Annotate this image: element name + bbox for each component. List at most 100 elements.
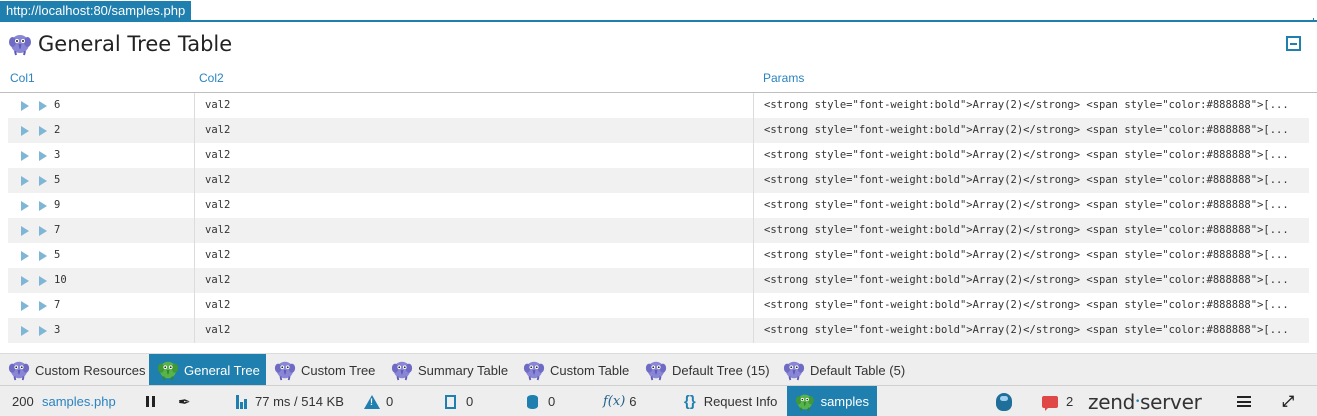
document-icon [445,394,456,409]
cell-col2: val2 [194,93,753,118]
zend-server-logo: zend • server [1088,389,1202,414]
table-row[interactable]: 3 val2 <strong style="font-weight:bold">… [8,318,1309,343]
shrink-button[interactable]: ⤢ [1282,386,1294,416]
cell-col1: 9 [54,199,61,211]
menu-icon [1237,396,1251,407]
logs-panel[interactable]: 0 [445,386,473,416]
table-header: Col1 Col2 Params [0,66,1317,93]
timing-panel[interactable]: 77 ms / 514 KB [236,386,344,416]
expand-arrow-icon[interactable] [39,151,47,161]
elephant-icon [523,359,545,381]
tab-general-tree[interactable]: General Tree [149,354,266,386]
elephant-icon [274,359,296,381]
elephant-icon [795,391,815,413]
cell-col2: val2 [194,243,753,268]
cell-params: <strong style="font-weight:bold">Array(2… [753,218,1309,243]
warnings-panel[interactable]: 0 [364,386,393,416]
url-tab[interactable]: http://localhost:80/samples.php [0,1,192,21]
expand-arrow-icon[interactable] [39,226,47,236]
functions-panel[interactable]: f(x) 6 [603,386,637,416]
tab-default-tree[interactable]: Default Tree (15) [637,354,775,386]
tab-custom-tree[interactable]: Custom Tree [266,354,383,386]
pause-button[interactable] [146,386,155,416]
cell-params: <strong style="font-weight:bold">Array(2… [753,168,1309,193]
column-header-params[interactable]: Params [763,71,804,85]
cell-params: <strong style="font-weight:bold">Array(2… [753,268,1309,293]
expand-arrow-icon[interactable] [39,201,47,211]
notifications-button[interactable]: 2 [1042,386,1073,416]
shrink-icon: ⤢ [1282,393,1295,410]
expand-arrow-icon[interactable] [39,301,47,311]
table-row[interactable]: 2 val2 <strong style="font-weight:bold">… [8,118,1309,143]
menu-button[interactable] [1237,386,1251,416]
expand-arrow-icon[interactable] [39,326,47,336]
expand-arrow-icon[interactable] [21,201,29,211]
chat-icon [1042,395,1058,411]
collapse-icon[interactable] [1286,36,1301,51]
samples-panel[interactable]: samples [787,386,877,416]
table-row[interactable]: 5 val2 <strong style="font-weight:bold">… [8,168,1309,193]
status-bar: 200 samples.php ✒ 77 ms / 514 KB 0 0 0 f… [0,385,1317,416]
chart-bars-icon [236,394,247,409]
tab-summary-table[interactable]: Summary Table [383,354,515,386]
expand-arrow-icon[interactable] [39,176,47,186]
cell-col1: 2 [54,124,61,136]
table-row[interactable]: 10 val2 <strong style="font-weight:bold"… [8,268,1309,293]
elephant-icon [157,359,179,381]
database-icon [527,394,538,409]
expand-arrow-icon[interactable] [39,276,47,286]
expand-arrow-icon[interactable] [21,251,29,261]
cell-params: <strong style="font-weight:bold">Array(2… [753,243,1309,268]
pause-icon [146,396,155,407]
table-row[interactable]: 3 val2 <strong style="font-weight:bold">… [8,143,1309,168]
tab-custom-table[interactable]: Custom Table [515,354,637,386]
queries-panel[interactable]: 0 [527,386,555,416]
expand-arrow-icon[interactable] [21,126,29,136]
bottom-tab-bar: Custom Resources General Tree Custom Tre… [0,353,1317,386]
script-name-link[interactable]: samples.php [42,394,116,409]
timing-text: 77 ms / 514 KB [255,394,344,409]
warning-icon [364,394,380,409]
tab-default-table[interactable]: Default Table (5) [775,354,915,386]
debug-button[interactable] [996,386,1012,416]
page-title: General Tree Table [38,32,233,56]
pin-button[interactable]: ✒ [178,386,191,416]
expand-arrow-icon[interactable] [39,101,47,111]
cell-col2: val2 [194,168,753,193]
cell-col1: 7 [54,299,61,311]
url-bar: http://localhost:80/samples.php [0,0,1317,22]
table-row[interactable]: 6 val2 <strong style="font-weight:bold">… [8,93,1309,118]
table-row[interactable]: 9 val2 <strong style="font-weight:bold">… [8,193,1309,218]
column-header-col1[interactable]: Col1 [10,71,35,85]
expand-arrow-icon[interactable] [21,151,29,161]
expand-arrow-icon[interactable] [21,326,29,336]
request-info-panel[interactable]: {} Request Info [684,386,777,416]
cell-params: <strong style="font-weight:bold">Array(2… [753,293,1309,318]
cell-col1: 5 [54,174,61,186]
function-icon: f(x) [603,394,626,409]
expand-arrow-icon[interactable] [21,226,29,236]
cell-params: <strong style="font-weight:bold">Array(2… [753,193,1309,218]
expand-arrow-icon[interactable] [21,276,29,286]
cell-col2: val2 [194,143,753,168]
cell-params: <strong style="font-weight:bold">Array(2… [753,143,1309,168]
expand-arrow-icon[interactable] [39,251,47,261]
bug-icon [996,392,1012,411]
status-code: 200 [12,394,34,409]
cell-params: <strong style="font-weight:bold">Array(2… [753,318,1309,343]
table-row[interactable]: 7 val2 <strong style="font-weight:bold">… [8,293,1309,318]
expand-arrow-icon[interactable] [21,101,29,111]
cell-col2: val2 [194,118,753,143]
cell-params: <strong style="font-weight:bold">Array(2… [753,93,1309,118]
table-row[interactable]: 7 val2 <strong style="font-weight:bold">… [8,218,1309,243]
expand-arrow-icon[interactable] [39,126,47,136]
expand-arrow-icon[interactable] [21,301,29,311]
expand-arrow-icon[interactable] [21,176,29,186]
tab-custom-resources[interactable]: Custom Resources [0,354,149,386]
cell-col2: val2 [194,268,753,293]
table-row[interactable]: 5 val2 <strong style="font-weight:bold">… [8,243,1309,268]
column-header-col2[interactable]: Col2 [199,71,224,85]
cell-col2: val2 [194,293,753,318]
cell-col1: 3 [54,149,61,161]
cell-col1: 6 [54,99,61,111]
